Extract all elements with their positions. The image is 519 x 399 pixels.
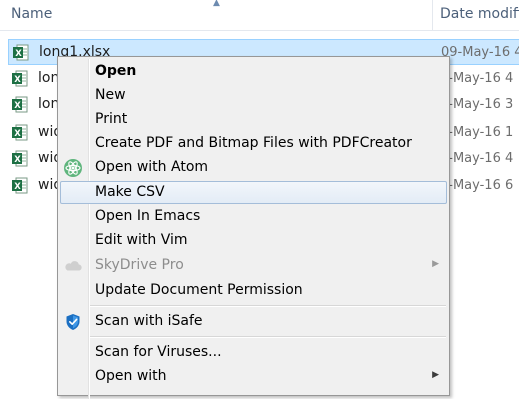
excel-file-icon: X	[12, 150, 28, 167]
file-date: 09-May-16 4	[441, 45, 519, 60]
menu-item-create-pdf[interactable]: Create PDF and Bitmap Files with PDFCrea…	[60, 132, 447, 155]
menu-item-label: Scan for Viruses...	[95, 344, 222, 360]
menu-separator	[90, 336, 446, 338]
menu-item-label: Edit with Vim	[95, 232, 188, 248]
submenu-arrow-icon: ▶	[432, 370, 439, 380]
svg-text:X: X	[14, 155, 21, 165]
svg-text:X: X	[14, 182, 21, 192]
menu-item-label: Make CSV	[95, 184, 165, 200]
menu-item-open[interactable]: Open	[60, 60, 447, 83]
column-header-bar: ▲ Name Date modifi	[0, 0, 519, 31]
menu-item-label: Open	[95, 63, 137, 79]
menu-item-label: Open with Atom	[95, 159, 209, 175]
excel-file-icon: X	[12, 96, 28, 113]
menu-item-label: New	[95, 87, 126, 103]
file-date: 0-May-16 3	[440, 97, 514, 112]
svg-text:X: X	[14, 129, 21, 139]
excel-file-icon: X	[12, 177, 28, 194]
menu-item-label: SkyDrive Pro	[95, 257, 184, 273]
column-header-date[interactable]: Date modifi	[440, 6, 519, 22]
submenu-arrow-icon: ▶	[432, 259, 439, 269]
svg-text:X: X	[14, 101, 21, 111]
menu-item-scan-isafe[interactable]: Scan with iSafe	[60, 310, 447, 333]
column-divider[interactable]	[432, 0, 433, 30]
menu-item-new[interactable]: New	[60, 84, 447, 107]
menu-item-edit-with-vim[interactable]: Edit with Vim	[60, 229, 447, 252]
excel-file-icon: X	[12, 70, 28, 87]
context-menu: Open New Print Create PDF and Bitmap Fil…	[57, 56, 450, 399]
cloud-icon	[65, 261, 82, 271]
menu-item-update-permission[interactable]: Update Document Permission	[60, 279, 447, 302]
sort-arrow-icon: ▲	[213, 0, 220, 8]
file-date: 6-May-16 1	[440, 125, 514, 140]
menu-item-make-csv[interactable]: Make CSV	[60, 181, 447, 204]
menu-item-label: Open with	[95, 368, 167, 384]
menu-item-label: Open In Emacs	[95, 208, 201, 224]
menu-item-open-with-atom[interactable]: Open with Atom	[60, 156, 447, 179]
menu-item-skydrive-pro[interactable]: SkyDrive Pro ▶	[60, 254, 447, 277]
menu-separator	[90, 305, 446, 307]
menu-item-label: Print	[95, 111, 128, 127]
excel-file-icon: X	[13, 44, 29, 61]
svg-text:X: X	[14, 75, 21, 85]
menu-item-label: Create PDF and Bitmap Files with PDFCrea…	[95, 135, 412, 151]
file-date: 9-May-16 4	[440, 71, 514, 86]
menu-item-label: Update Document Permission	[95, 282, 303, 298]
file-date: 9-May-16 4	[440, 151, 514, 166]
menu-item-print[interactable]: Print	[60, 108, 447, 131]
svg-text:X: X	[15, 49, 22, 59]
excel-file-icon: X	[12, 124, 28, 141]
column-header-name[interactable]: Name	[11, 6, 52, 22]
file-date: 0-May-16 6	[440, 178, 514, 193]
menu-item-open-in-emacs[interactable]: Open In Emacs	[60, 205, 447, 228]
shield-icon	[66, 314, 80, 330]
atom-icon	[64, 159, 82, 177]
menu-item-label: Scan with iSafe	[95, 313, 203, 329]
menu-item-scan-viruses[interactable]: Scan for Viruses...	[60, 341, 447, 364]
